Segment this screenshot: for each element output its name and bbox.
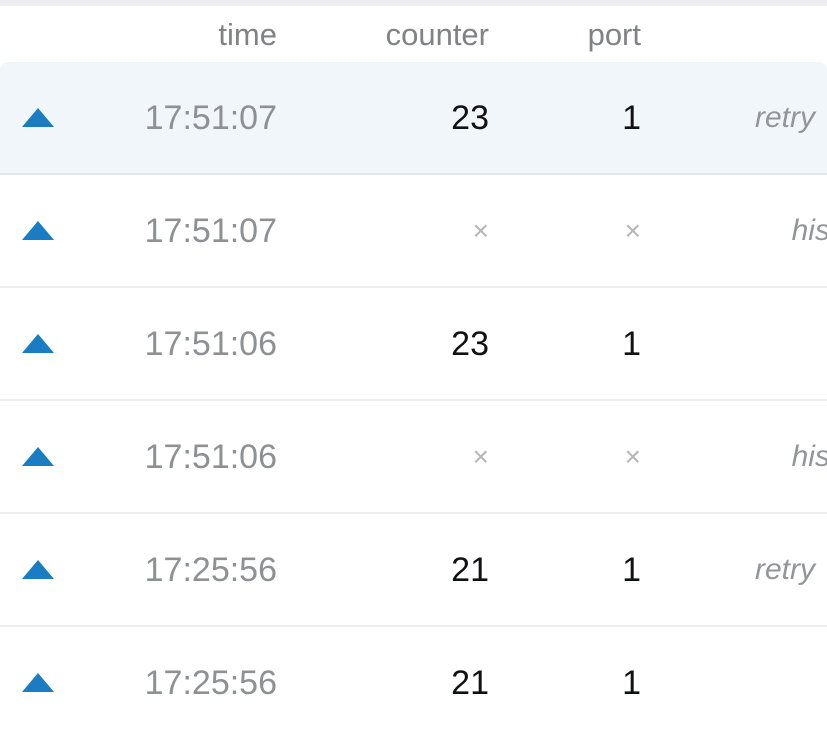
cell-time: 17:25:56 xyxy=(74,666,279,700)
table-row[interactable]: 17:51:06 × × historical xyxy=(0,401,827,514)
triangle-up-icon[interactable] xyxy=(22,447,54,466)
row-expand-cell[interactable] xyxy=(22,108,74,127)
triangle-up-icon[interactable] xyxy=(22,560,54,579)
cell-port-value: 1 xyxy=(622,98,641,137)
cell-time-value: 17:51:07 xyxy=(144,98,277,137)
row-expand-cell[interactable] xyxy=(22,334,74,353)
cell-time-value: 17:25:56 xyxy=(144,550,277,589)
status-badge: historical xyxy=(791,213,827,247)
cell-counter-value: 21 xyxy=(451,550,489,589)
column-header-counter[interactable]: counter xyxy=(279,19,501,50)
row-expand-cell[interactable] xyxy=(22,447,74,466)
cell-time-value: 17:25:56 xyxy=(144,663,277,702)
cell-status: historical xyxy=(653,213,827,247)
cell-port-value: 1 xyxy=(622,663,641,702)
table-row[interactable]: 17:51:07 23 1 retry xyxy=(0,62,827,175)
cell-status: retry xyxy=(653,552,827,586)
cell-port-empty-icon: × xyxy=(624,214,641,246)
cell-time: 17:51:06 xyxy=(74,327,279,361)
row-expand-cell[interactable] xyxy=(22,560,74,579)
cell-counter-empty-icon: × xyxy=(472,440,489,472)
cell-counter: 23 xyxy=(279,327,501,361)
status-badge: historical xyxy=(791,439,827,473)
triangle-up-icon[interactable] xyxy=(22,334,54,353)
status-badge: retry xyxy=(755,552,815,586)
cell-counter-value: 23 xyxy=(451,324,489,363)
cell-time: 17:51:07 xyxy=(74,214,279,248)
cell-counter-empty-icon: × xyxy=(472,214,489,246)
cell-counter: 23 xyxy=(279,101,501,135)
cell-port: 1 xyxy=(501,666,653,700)
cell-port-value: 1 xyxy=(622,550,641,589)
row-expand-cell[interactable] xyxy=(22,221,74,240)
table-row[interactable]: 17:25:56 21 1 retry xyxy=(0,514,827,627)
table-row[interactable]: 17:51:06 23 1 xyxy=(0,288,827,401)
cell-port: 1 xyxy=(501,327,653,361)
column-header-time[interactable]: time xyxy=(74,19,279,50)
cell-status: retry xyxy=(653,100,827,134)
table-row[interactable]: 17:51:07 × × historical xyxy=(0,175,827,288)
cell-port: × xyxy=(501,440,653,472)
cell-time-value: 17:51:06 xyxy=(144,324,277,363)
cell-time: 17:51:07 xyxy=(74,101,279,135)
row-expand-cell[interactable] xyxy=(22,673,74,692)
status-badge: retry xyxy=(755,100,815,134)
cell-time-value: 17:51:07 xyxy=(144,211,277,250)
cell-counter-value: 23 xyxy=(451,98,489,137)
cell-port-empty-icon: × xyxy=(624,440,641,472)
cell-time: 17:51:06 xyxy=(74,440,279,474)
cell-time: 17:25:56 xyxy=(74,553,279,587)
table-header-row: time counter port xyxy=(0,6,827,62)
cell-time-value: 17:51:06 xyxy=(144,437,277,476)
cell-counter: × xyxy=(279,440,501,472)
cell-counter: × xyxy=(279,214,501,246)
triangle-up-icon[interactable] xyxy=(22,673,54,692)
cell-port-value: 1 xyxy=(622,324,641,363)
event-table: time counter port 17:51:07 23 1 retry 17:51:… xyxy=(0,6,827,733)
cell-status: historical xyxy=(653,439,827,473)
cell-port: × xyxy=(501,214,653,246)
triangle-up-icon[interactable] xyxy=(22,108,54,127)
table-row[interactable]: 17:25:56 21 1 xyxy=(0,627,827,733)
cell-port: 1 xyxy=(501,553,653,587)
column-header-port[interactable]: port xyxy=(501,19,653,50)
event-log-table-view: time counter port 17:51:07 23 1 retry 17:51:… xyxy=(0,0,827,733)
cell-counter: 21 xyxy=(279,553,501,587)
cell-counter-value: 21 xyxy=(451,663,489,702)
cell-counter: 21 xyxy=(279,666,501,700)
triangle-up-icon[interactable] xyxy=(22,221,54,240)
cell-port: 1 xyxy=(501,101,653,135)
table-body: 17:51:07231retry17:51:07××historical17:5… xyxy=(0,62,827,733)
